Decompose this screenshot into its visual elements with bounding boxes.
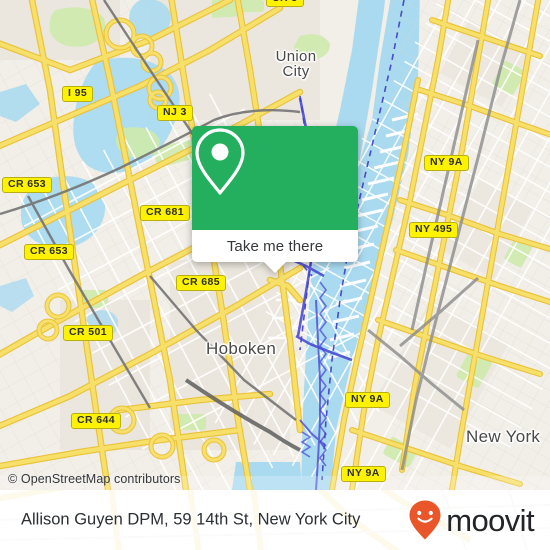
destination-popup-card[interactable]: Take me there bbox=[192, 126, 358, 273]
road-shield-partial[interactable]: CR 3 bbox=[266, 0, 304, 7]
road-shield-ny-9a-c[interactable]: NY 9A bbox=[341, 466, 386, 482]
road-shield-cr-653-b[interactable]: CR 653 bbox=[24, 244, 75, 260]
popup-pointer-tail bbox=[264, 262, 286, 273]
road-shield-ny-9a-a[interactable]: NY 9A bbox=[424, 155, 469, 171]
moovit-wordmark: moovit bbox=[446, 502, 534, 538]
place-label-union-city-line2: City bbox=[282, 63, 310, 80]
road-shield-i-95[interactable]: I 95 bbox=[62, 86, 94, 102]
place-label-union-city: Union City bbox=[266, 49, 326, 79]
address-label: Allison Guyen DPM, 59 14th St, New York … bbox=[21, 510, 361, 529]
take-me-there-label: Take me there bbox=[226, 237, 324, 255]
road-shield-cr-653-a[interactable]: CR 653 bbox=[2, 177, 53, 193]
map-screenshot-root: CR 3 I 95 NJ 3 CR 653 CR 681 CR 653 CR 6… bbox=[0, 0, 550, 550]
place-label-new-york: New York bbox=[466, 427, 541, 446]
road-shield-ny-9a-b[interactable]: NY 9A bbox=[345, 392, 390, 408]
popup-footer[interactable]: Take me there bbox=[192, 230, 358, 273]
bottom-info-bar: Allison Guyen DPM, 59 14th St, New York … bbox=[0, 490, 550, 550]
osm-attribution[interactable]: © OpenStreetMap contributors bbox=[8, 472, 181, 486]
location-pin-icon bbox=[195, 128, 245, 195]
road-shield-ny-495[interactable]: NY 495 bbox=[409, 222, 459, 238]
map-canvas[interactable]: CR 3 I 95 NJ 3 CR 653 CR 681 CR 653 CR 6… bbox=[0, 0, 550, 490]
popup-header bbox=[192, 126, 358, 230]
moovit-smiley-pin-icon bbox=[409, 500, 441, 540]
road-shield-cr-644[interactable]: CR 644 bbox=[71, 413, 122, 429]
road-shield-cr-501[interactable]: CR 501 bbox=[63, 325, 114, 341]
road-shield-cr-681[interactable]: CR 681 bbox=[140, 205, 191, 221]
moovit-logo[interactable]: moovit bbox=[408, 499, 535, 541]
place-label-union-city-line1: Union bbox=[275, 48, 317, 65]
place-label-hoboken: Hoboken bbox=[206, 339, 277, 358]
road-shield-nj-3[interactable]: NJ 3 bbox=[157, 105, 193, 121]
road-shield-cr-685[interactable]: CR 685 bbox=[176, 275, 227, 291]
